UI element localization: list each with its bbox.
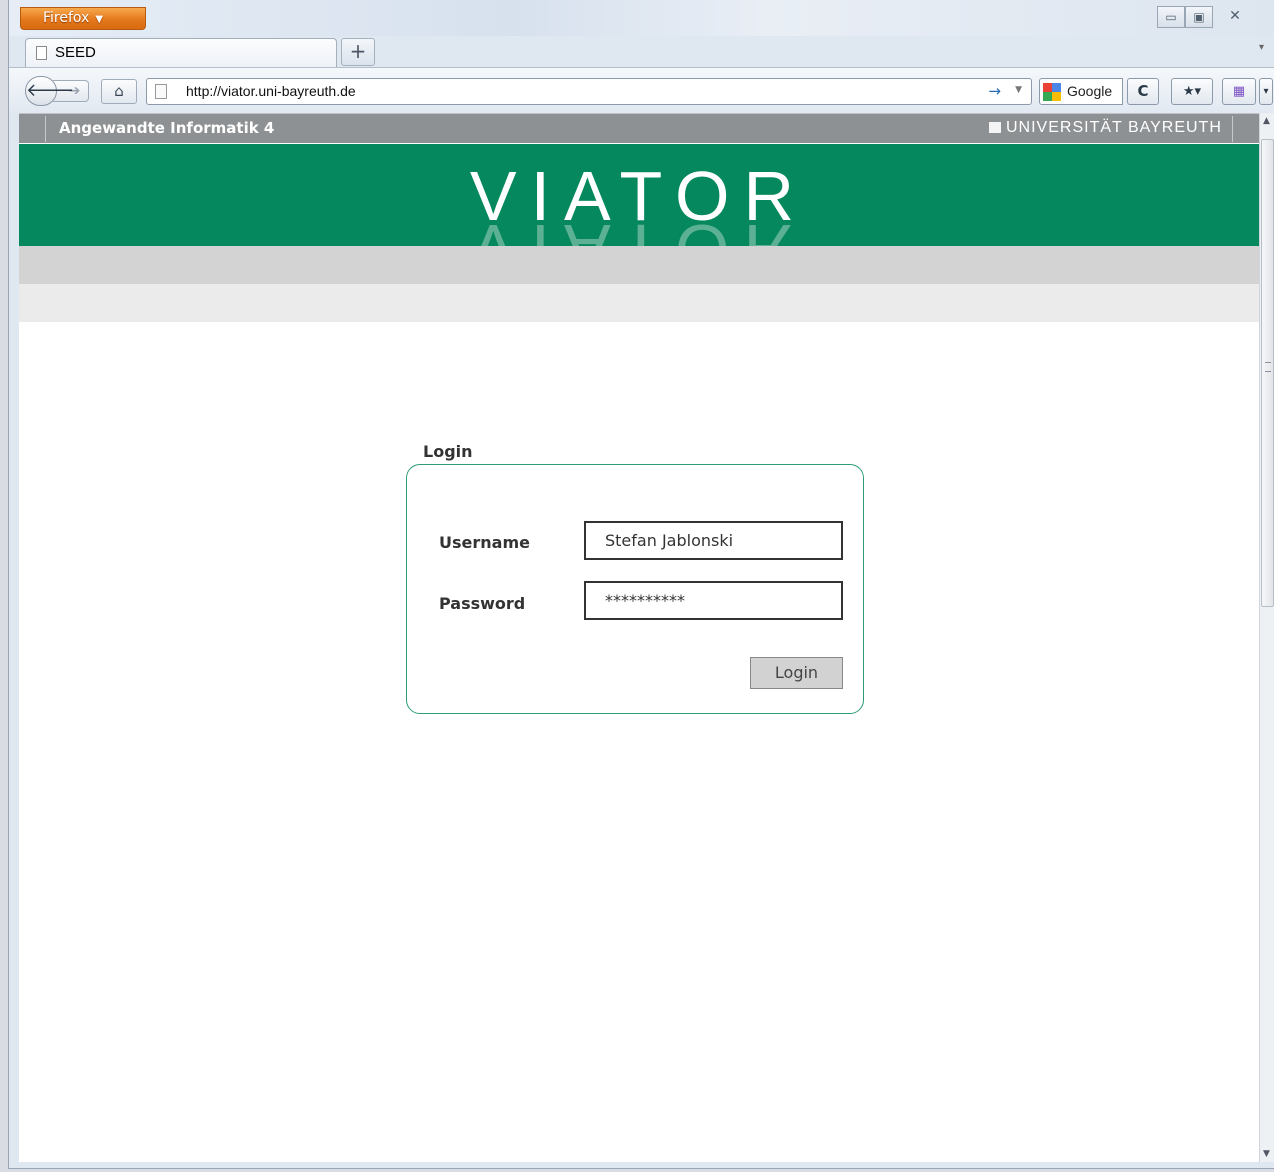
- chevron-down-icon: ▼: [95, 14, 104, 25]
- go-arrow-icon[interactable]: →: [988, 82, 1001, 100]
- grip-icon: [1265, 362, 1271, 372]
- back-arrow-icon: 🡐: [26, 80, 75, 101]
- divider: [45, 116, 46, 142]
- reload-button[interactable]: C: [1127, 78, 1159, 105]
- title-bar: Firefox ▼ ▭ ▣ ✕: [9, 0, 1274, 36]
- tab-title: SEED: [55, 44, 96, 61]
- apps-button[interactable]: ▦: [1222, 78, 1256, 105]
- username-label: Username: [439, 533, 530, 552]
- department-name[interactable]: Angewandte Informatik 4: [59, 119, 274, 137]
- google-icon: [1043, 83, 1061, 101]
- url-bar[interactable]: http://viator.uni-bayreuth.de → ▼: [146, 78, 1032, 105]
- toolbar-overflow-button[interactable]: ▾: [1259, 78, 1273, 105]
- home-icon: ⌂: [114, 82, 124, 100]
- url-dropdown-icon[interactable]: ▼: [1015, 85, 1022, 95]
- university-name[interactable]: UNIVERSITÄT BAYREUTH: [989, 119, 1222, 137]
- firefox-menu-label: Firefox: [43, 10, 90, 26]
- tab-list-chevron-icon[interactable]: ▾: [1259, 42, 1264, 53]
- divider: [1232, 116, 1233, 142]
- username-input[interactable]: Stefan Jablonski: [584, 521, 843, 560]
- university-label: UNIVERSITÄT BAYREUTH: [1006, 119, 1222, 136]
- page-content: Angewandte Informatik 4 UNIVERSITÄT BAYR…: [19, 113, 1259, 1162]
- search-engine-label: Google: [1067, 83, 1113, 99]
- viator-logo-reflection: VIATOR: [19, 210, 1259, 246]
- window-controls: ▭ ▣ ✕: [1157, 6, 1257, 30]
- login-button[interactable]: Login: [750, 657, 843, 689]
- password-input[interactable]: **********: [584, 581, 843, 620]
- minimize-button[interactable]: ▭: [1157, 6, 1185, 28]
- submenu-band: [19, 284, 1259, 322]
- password-label: Password: [439, 594, 526, 613]
- home-button[interactable]: ⌂: [101, 79, 137, 104]
- menu-band: [19, 246, 1259, 284]
- page-icon: [36, 46, 47, 60]
- bookmarks-button[interactable]: ★▾: [1171, 78, 1213, 105]
- scrollbar-thumb[interactable]: [1261, 139, 1274, 607]
- login-legend: Login: [423, 442, 473, 461]
- reload-icon: C: [1137, 82, 1149, 100]
- login-form: Username Stefan Jablonski Password *****…: [406, 464, 864, 714]
- tab-seed[interactable]: SEED: [25, 38, 337, 67]
- page-icon: [155, 84, 167, 99]
- top-strip: Angewandte Informatik 4 UNIVERSITÄT BAYR…: [19, 113, 1259, 143]
- firefox-menu-button[interactable]: Firefox ▼: [20, 7, 146, 30]
- chevron-down-icon: ▾: [1263, 86, 1269, 97]
- back-button[interactable]: 🡐: [25, 76, 74, 106]
- new-tab-button[interactable]: +: [341, 38, 375, 66]
- search-engine-box[interactable]: Google: [1039, 78, 1123, 105]
- back-forward-group: ➔ 🡐: [25, 76, 93, 106]
- scroll-down-icon[interactable]: ▼: [1263, 1149, 1270, 1159]
- grid-icon: ▦: [1232, 84, 1246, 99]
- university-logo-icon: [989, 122, 1001, 133]
- scroll-up-icon[interactable]: ▲: [1263, 116, 1270, 126]
- banner: VIATOR VIATOR: [19, 144, 1259, 246]
- browser-window: Firefox ▼ ▭ ▣ ✕ SEED + ▾ ➔ 🡐 ⌂ http://via…: [8, 0, 1274, 1169]
- vertical-scrollbar[interactable]: ▲ ▼: [1259, 113, 1274, 1162]
- bookmark-star-icon: ★▾: [1182, 84, 1202, 99]
- navigation-toolbar: ➔ 🡐 ⌂ http://viator.uni-bayreuth.de → ▼ …: [9, 67, 1274, 114]
- maximize-button[interactable]: ▣: [1185, 6, 1213, 28]
- close-button[interactable]: ✕: [1213, 6, 1257, 28]
- url-text[interactable]: http://viator.uni-bayreuth.de: [186, 83, 356, 99]
